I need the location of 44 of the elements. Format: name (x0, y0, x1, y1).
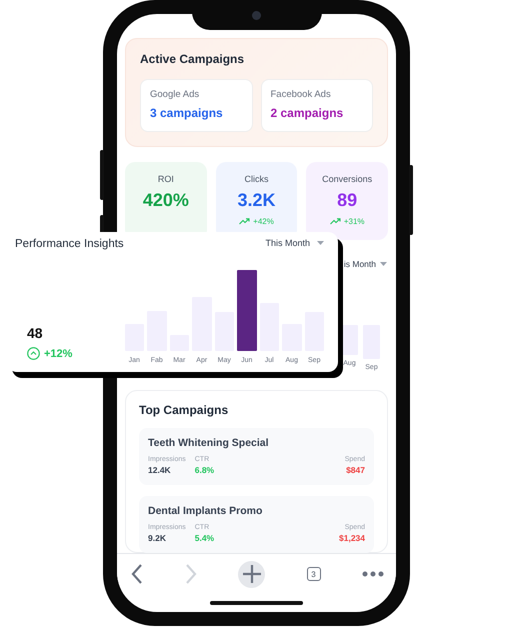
trend-up-icon (330, 218, 341, 225)
more-button[interactable] (362, 571, 384, 577)
chart-bar (341, 325, 358, 355)
metric-value: 5.4% (194, 533, 214, 543)
chevron-icon (184, 564, 196, 584)
stat-label: Conversions (322, 174, 372, 184)
stat-label: ROI (158, 174, 174, 184)
stat-label: Clicks (244, 174, 268, 184)
card-title: Active Campaigns (140, 52, 246, 66)
metric-value: $847 (346, 465, 365, 475)
stat-value: 420% (142, 190, 189, 211)
period-dropdown[interactable]: This Month (265, 238, 310, 248)
metric-value: $1,234 (339, 533, 365, 543)
stat-value: 89 (337, 190, 358, 211)
platform-name: Facebook Ads (270, 89, 332, 100)
metric-value: 48 (27, 325, 44, 341)
campaign-name: Dental Implants Promo (148, 505, 264, 517)
metric-value: 9.2K (148, 533, 167, 543)
metric-value: 6.8% (194, 465, 214, 475)
platform-card[interactable]: Google Ads 3 campaigns (140, 79, 252, 132)
card-title: Performance Insights (15, 237, 124, 250)
campaign-count: 3 campaigns (150, 106, 224, 120)
card-title: Top Campaigns (139, 403, 230, 417)
up-circle-icon (27, 347, 40, 360)
change-value: +12% (44, 348, 72, 360)
back-button[interactable] (131, 564, 143, 584)
trend-value: +42% (253, 217, 274, 226)
campaign-count: 2 campaigns (270, 106, 344, 120)
period-dropdown[interactable]: is Month (344, 259, 376, 269)
trend-value: +31% (344, 217, 365, 226)
tabs-button[interactable]: 3 (306, 567, 320, 581)
camera-icon (252, 10, 261, 20)
metric-value: 12.4K (148, 465, 172, 475)
trend-up-icon (239, 218, 250, 225)
platform-name: Google Ads (150, 89, 200, 100)
stat-value: 3.2K (237, 190, 276, 211)
chevron-icon (131, 564, 143, 584)
plus-icon (242, 564, 262, 584)
platform-card[interactable]: Facebook Ads 2 campaigns (260, 79, 373, 132)
more-icon (362, 571, 384, 577)
chart-bar[interactable] (237, 270, 256, 351)
new-tab-button[interactable] (238, 560, 265, 588)
caret-icon (380, 262, 387, 266)
campaign-name: Teeth Whitening Special (148, 437, 270, 449)
